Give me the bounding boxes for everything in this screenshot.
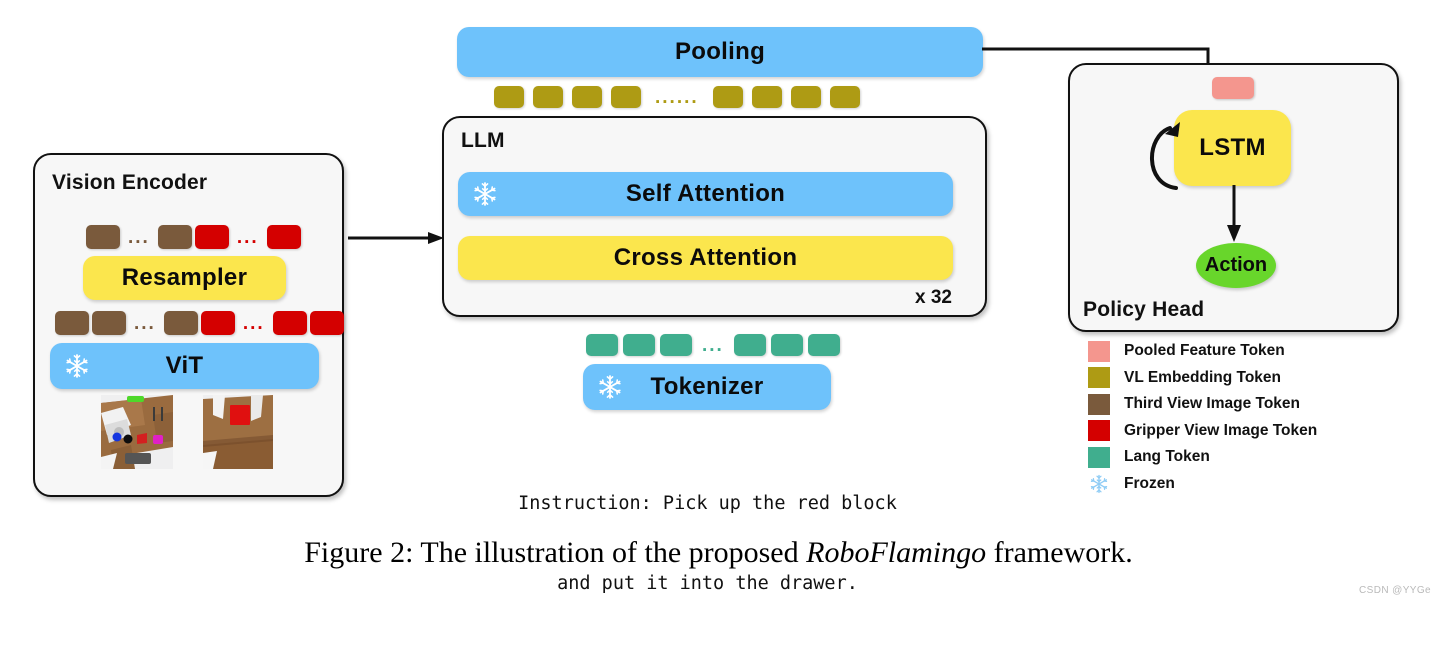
pooling-block: Pooling — [457, 27, 983, 77]
token-square — [194, 225, 229, 249]
legend-color-swatch — [1088, 367, 1110, 389]
token-ellipsis: ... — [242, 312, 265, 334]
token-square — [623, 334, 655, 356]
snowflake-icon — [1088, 473, 1110, 494]
resampler-block: Resampler — [83, 256, 286, 300]
token-square — [660, 334, 692, 356]
caption-prefix: Figure 2: The illustration of the propos… — [304, 536, 807, 569]
token-ellipsis: ... — [128, 226, 150, 248]
token-square — [266, 225, 301, 249]
policy-head-title: Policy Head — [1083, 298, 1205, 321]
instruction-line-1: Instruction: Pick up the red block — [518, 492, 897, 514]
snowflake-icon — [472, 181, 498, 207]
legend: Pooled Feature Token VL Embedding Token Th… — [1088, 338, 1317, 497]
token-square — [163, 311, 198, 335]
token-square — [533, 86, 563, 108]
cross-attention-block: Cross Attention — [458, 236, 953, 280]
tokenizer-label: Tokenizer — [650, 373, 764, 400]
lang-token-row: ... — [586, 333, 840, 357]
legend-item: Frozen — [1088, 471, 1317, 498]
token-square — [572, 86, 602, 108]
legend-item-label: Gripper View Image Token — [1124, 421, 1318, 439]
token-square — [770, 334, 803, 356]
vision-to-llm-arrow — [348, 228, 444, 248]
llm-title: LLM — [461, 129, 505, 152]
vision-vit-output-tokens: ...... — [55, 310, 344, 336]
legend-item-label: Pooled Feature Token — [1124, 342, 1285, 360]
legend-item: Third View Image Token — [1088, 391, 1317, 418]
instruction-line-2: and put it into the drawer. — [557, 573, 858, 595]
snowflake-icon — [64, 353, 90, 379]
token-square — [55, 311, 89, 335]
token-square — [157, 225, 192, 249]
legend-color-swatch — [1088, 446, 1110, 468]
resampler-label: Resampler — [121, 264, 248, 291]
legend-item: Gripper View Image Token — [1088, 418, 1317, 445]
legend-item-label: Frozen — [1124, 474, 1175, 492]
token-square — [272, 311, 307, 335]
watermark: CSDN @YYGe — [1359, 585, 1431, 596]
legend-color-swatch — [1088, 393, 1110, 415]
lstm-recurrent-arrow — [1132, 110, 1222, 200]
caption-italic-title: RoboFlamingo — [806, 536, 987, 569]
vision-resampler-output-tokens: ...... — [86, 224, 301, 250]
pooling-label: Pooling — [674, 38, 766, 65]
token-square — [790, 86, 821, 108]
cross-attention-label: Cross Attention — [613, 244, 798, 271]
llm-panel — [442, 116, 987, 317]
legend-item-label: Lang Token — [1124, 448, 1210, 466]
token-square — [829, 86, 860, 108]
figure-caption: Figure 2: The illustration of the propos… — [0, 536, 1437, 570]
token-square — [86, 225, 120, 249]
action-node: Action — [1196, 243, 1276, 288]
token-square — [712, 86, 743, 108]
llm-repeat-count: x 32 — [915, 287, 952, 308]
lstm-to-action-arrow — [1224, 185, 1244, 243]
token-ellipsis: ... — [236, 226, 259, 248]
token-square — [733, 334, 766, 356]
third-view-scene-image — [101, 395, 173, 469]
token-ellipsis: ... — [134, 312, 156, 334]
figure-canvas: Vision Encoder ...... Resampler ...... V… — [0, 0, 1437, 600]
token-square — [586, 334, 618, 356]
legend-item: Lang Token — [1088, 444, 1317, 471]
token-ellipsis: ... — [702, 334, 724, 356]
self-attention-label: Self Attention — [625, 180, 786, 207]
gripper-view-scene-image — [203, 395, 273, 469]
token-square — [751, 86, 782, 108]
tokenizer-block: Tokenizer — [583, 364, 831, 410]
token-ellipsis: ...... — [655, 86, 699, 108]
legend-color-swatch — [1088, 420, 1110, 442]
pooled-feature-token — [1212, 77, 1254, 99]
caption-suffix: framework. — [986, 536, 1133, 569]
legend-color-swatch — [1088, 340, 1110, 362]
token-square — [494, 86, 524, 108]
token-square — [611, 86, 641, 108]
self-attention-block: Self Attention — [458, 172, 953, 216]
token-square — [200, 311, 235, 335]
legend-item-label: Third View Image Token — [1124, 395, 1300, 413]
legend-item-label: VL Embedding Token — [1124, 368, 1282, 386]
legend-item: Pooled Feature Token — [1088, 338, 1317, 365]
token-square — [309, 311, 344, 335]
vision-encoder-title: Vision Encoder — [52, 171, 208, 194]
vit-label: ViT — [165, 352, 204, 379]
snowflake-icon — [597, 374, 623, 400]
vl-embedding-token-row: ...... — [494, 85, 860, 109]
token-square — [92, 311, 126, 335]
action-label: Action — [1204, 254, 1268, 276]
legend-item: VL Embedding Token — [1088, 365, 1317, 392]
vit-block: ViT — [50, 343, 319, 389]
token-square — [807, 334, 840, 356]
